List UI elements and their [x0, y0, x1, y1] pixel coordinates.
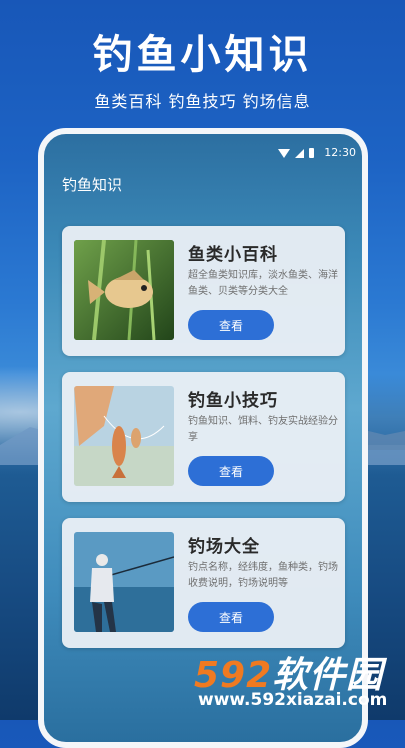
fish-image	[74, 240, 174, 340]
card-title: 鱼类小百科	[188, 245, 278, 265]
promo-subtitle: 鱼类百科 钓鱼技巧 钓场信息	[94, 92, 311, 111]
card-title: 钓鱼小技巧	[188, 391, 278, 411]
view-button[interactable]: 查看	[188, 310, 274, 340]
card-fish-encyclopedia[interactable]: 鱼类小百科 超全鱼类知识库，淡水鱼类、海洋鱼类、贝类等分类大全 查看	[62, 226, 345, 356]
signal-icon	[295, 148, 304, 158]
wifi-icon	[278, 148, 290, 158]
status-bar: 12:30	[44, 144, 362, 162]
promo-title: 钓鱼小知识	[92, 32, 313, 78]
card-title: 钓场大全	[188, 537, 260, 557]
card-fishing-spots[interactable]: 钓场大全 钓点名称，经纬度，鱼种类，钓场收费说明，钓场说明等 查看	[62, 518, 345, 648]
angler-image	[74, 532, 174, 632]
app-title: 钓鱼知识	[62, 176, 123, 194]
card-description: 钓点名称，经纬度，鱼种类，钓场收费说明，钓场说明等	[188, 562, 338, 589]
watermark-url: www.592xiazai.com	[198, 690, 388, 710]
card-description: 钓鱼知识、饵料、钓友实战经验分享	[188, 416, 338, 443]
caught-fish-image	[74, 386, 174, 486]
card-description: 超全鱼类知识库，淡水鱼类、海洋鱼类、贝类等分类大全	[188, 270, 338, 297]
view-button[interactable]: 查看	[188, 456, 274, 486]
card-fishing-tips[interactable]: 钓鱼小技巧 钓鱼知识、饵料、钓友实战经验分享 查看	[62, 372, 345, 502]
status-icons	[278, 148, 314, 158]
view-button[interactable]: 查看	[188, 602, 274, 632]
battery-icon	[309, 148, 314, 158]
watermark: 592软件园 www.592xiazai.com	[194, 646, 399, 714]
status-time: 12:30	[324, 146, 356, 159]
